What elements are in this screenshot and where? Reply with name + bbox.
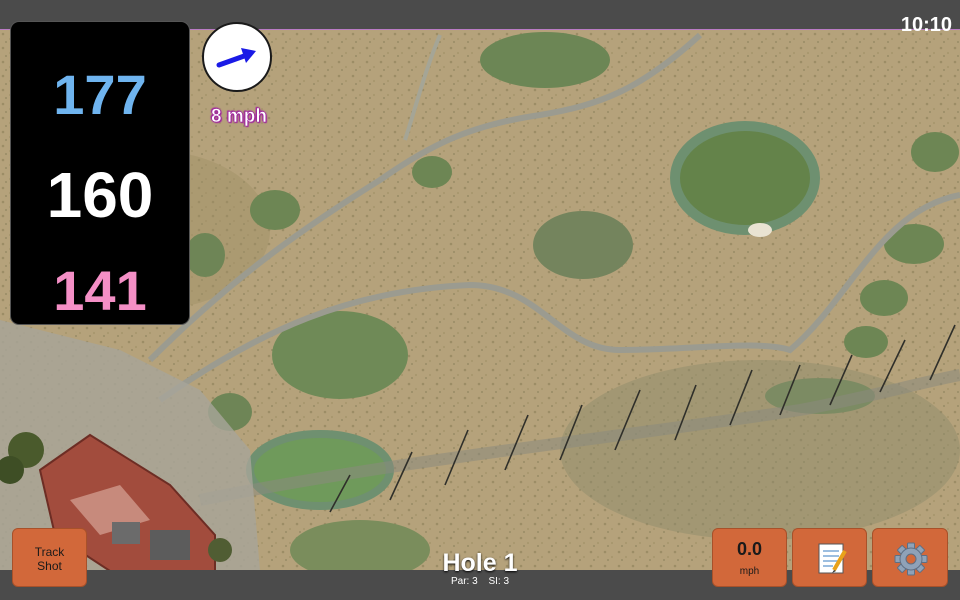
back-yardage: 177 [53, 63, 147, 126]
settings-button[interactable] [872, 528, 948, 587]
front-yardage: 141 [53, 259, 147, 322]
hole-par: Par: 3 [450, 576, 478, 587]
wind-speed: 8 mph [211, 106, 268, 128]
yardage-panel: 177 160 141 [11, 22, 189, 324]
status-time: 10:10 [900, 14, 952, 36]
hole-title: Hole 1 [442, 549, 518, 577]
track-shot-button[interactable]: Track Shot [12, 528, 87, 587]
middle-yardage: 160 [46, 159, 154, 231]
wind-direction-indicator [202, 22, 272, 92]
speed-value: 0.0 [736, 539, 763, 559]
speed-button[interactable]: 0.0 mph [712, 528, 787, 587]
speed-unit: mph [739, 566, 760, 577]
gear-icon [894, 542, 928, 576]
track-shot-label-line1: Track [34, 545, 65, 559]
hole-info: Par: 3 SI: 3 [380, 576, 580, 587]
notes-button[interactable] [792, 528, 867, 587]
hole-stroke-index: SI: 3 [488, 576, 510, 587]
track-shot-label-line2: Shot [37, 559, 62, 573]
arrow-icon [216, 48, 256, 68]
notepad-icon [818, 543, 847, 574]
